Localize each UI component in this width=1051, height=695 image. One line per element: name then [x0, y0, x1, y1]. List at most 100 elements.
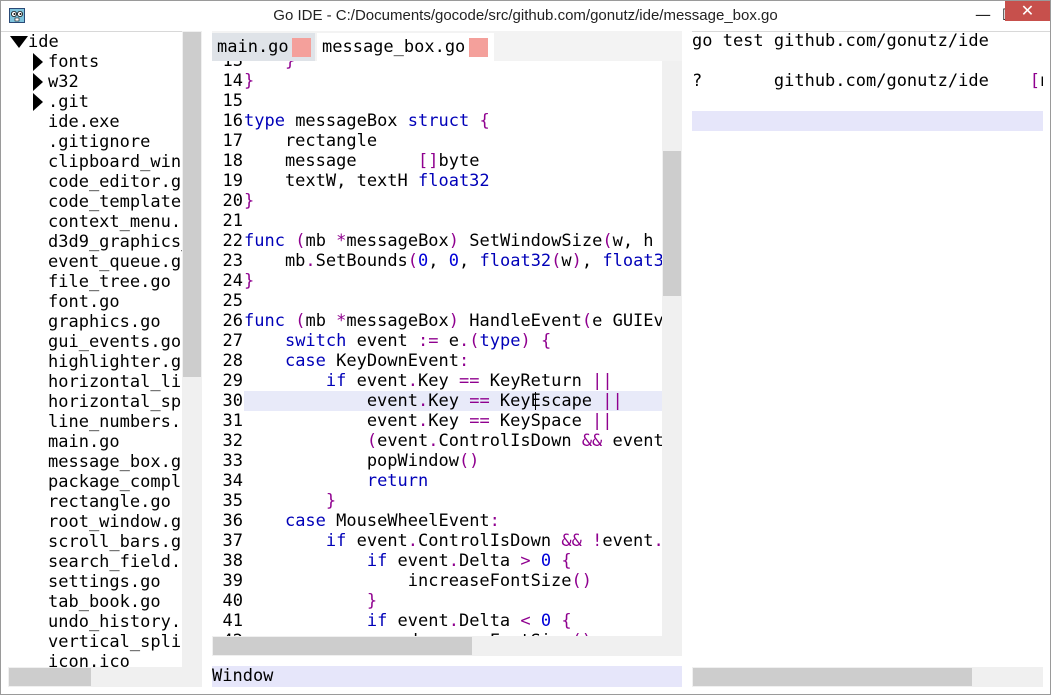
code-line[interactable]: } — [244, 491, 336, 511]
tree-file[interactable]: ide.exe — [48, 112, 120, 132]
tree-file[interactable]: highlighter.go — [48, 352, 182, 372]
code-line[interactable]: func (mb *messageBox) SetWindowSize(w, h… — [244, 231, 662, 251]
code-line[interactable]: type messageBox struct { — [244, 111, 490, 131]
tree-file[interactable]: font.go — [48, 292, 120, 312]
code-line[interactable]: event.Key == KeyEscape || — [244, 391, 623, 411]
tree-file[interactable]: vertical_split.go — [48, 632, 182, 652]
code-line[interactable]: event.Key == KeySpace || — [244, 411, 613, 431]
tree-file[interactable]: search_field.go — [48, 552, 182, 572]
code-line[interactable]: } — [244, 271, 254, 291]
code-line[interactable]: switch event := e.(type) { — [244, 331, 551, 351]
code-line[interactable]: } — [244, 71, 254, 91]
line-number: 34 — [222, 471, 243, 491]
code-line[interactable]: } — [244, 191, 254, 211]
code-line[interactable]: } — [244, 591, 377, 611]
close-button[interactable]: ✕ — [1005, 0, 1050, 21]
collapsed-arrow-icon[interactable] — [33, 53, 43, 71]
code-line[interactable]: (event.ControlIsDown && event.Key == Key… — [244, 431, 662, 451]
code-token: ( — [602, 231, 613, 251]
code-token: : — [458, 351, 470, 371]
code-token: HandleEvent — [459, 311, 582, 331]
code-token: no test files — [1040, 71, 1043, 91]
file-tree-horizontal-scroll-thumb[interactable] — [9, 668, 91, 686]
tab-close-button[interactable] — [292, 38, 311, 57]
tree-folder[interactable]: w32 — [48, 72, 79, 92]
tree-file[interactable]: code_templates.go — [48, 192, 182, 212]
tree-file[interactable]: undo_history.go — [48, 612, 182, 632]
code-line[interactable]: } — [244, 61, 295, 71]
file-tree[interactable]: ide fonts w32 .git ide.exe .gitignore clipboar… — [8, 31, 182, 667]
tree-file[interactable]: d3d9_graphics_windows.go — [48, 232, 182, 252]
tree-file[interactable]: event_queue.go — [48, 252, 182, 272]
tree-file[interactable]: tab_book.go — [48, 592, 161, 612]
code-line[interactable]: if event.Key == KeyReturn || — [244, 371, 613, 391]
file-tree-vertical-scroll-thumb[interactable] — [183, 32, 201, 377]
editor-vertical-scrollbar[interactable] — [662, 61, 682, 636]
output-panel[interactable]: go test github.com/gonutz/ide ? github.co… — [692, 31, 1043, 667]
output-line[interactable]: ? github.com/gonutz/ide [no test files] — [692, 71, 1043, 91]
tab-close-button[interactable] — [469, 38, 488, 57]
code-line[interactable]: popWindow() — [244, 451, 480, 471]
tree-folder[interactable]: fonts — [48, 52, 99, 72]
vertical-splitter-left[interactable] — [202, 31, 212, 687]
tree-file[interactable]: settings.go — [48, 572, 161, 592]
status-field[interactable]: Window — [212, 666, 682, 687]
line-number: 21 — [222, 211, 243, 231]
tree-file[interactable]: horizontal_split.go — [48, 392, 182, 412]
tree-file[interactable]: rectangle.go — [48, 492, 171, 512]
code-token: . — [418, 411, 429, 431]
editor-vertical-scroll-thumb[interactable] — [663, 151, 681, 296]
tree-file[interactable]: code_editor.go — [48, 172, 182, 192]
line-number: 28 — [222, 351, 243, 371]
code-line[interactable]: mb.SetBounds(0, 0, float32(w), float32(h… — [244, 251, 662, 271]
tab-main-go[interactable]: main.go — [212, 33, 315, 61]
code-line[interactable]: increaseFontSize() — [244, 571, 592, 591]
tree-file[interactable]: graphics.go — [48, 312, 161, 332]
vertical-splitter-right[interactable] — [682, 31, 692, 687]
code-line[interactable]: if event.Delta < 0 { — [244, 611, 572, 631]
output-line[interactable]: go test github.com/gonutz/ide — [692, 31, 989, 51]
code-line[interactable]: return — [244, 471, 428, 491]
minimize-button[interactable]: — — [970, 1, 996, 29]
tree-file[interactable]: message_box.go — [48, 452, 182, 472]
code-editor[interactable]: }} type messageBox struct { rectangle mes… — [244, 61, 662, 636]
collapsed-arrow-icon[interactable] — [33, 73, 43, 91]
tree-file[interactable]: gui_events.go — [48, 332, 181, 352]
tree-file[interactable]: context_menu.go — [48, 212, 182, 232]
code-line[interactable]: if event.Delta > 0 { — [244, 551, 572, 571]
tree-file[interactable]: icon.ico — [48, 652, 130, 667]
code-line[interactable]: case MouseWheelEvent: — [244, 511, 500, 531]
tree-file[interactable]: scroll_bars.go — [48, 532, 182, 552]
code-line[interactable]: message []byte — [244, 151, 480, 171]
tree-file[interactable]: .gitignore — [48, 132, 150, 152]
code-line[interactable]: textW, textH float32 — [244, 171, 490, 191]
code-token: rectangle — [244, 131, 378, 151]
line-number: 15 — [222, 91, 243, 111]
tab-message-box-go[interactable]: message_box.go — [317, 33, 494, 61]
tree-file[interactable]: root_window.go — [48, 512, 182, 532]
code-token: ) — [448, 311, 460, 331]
scrollbar-corner — [662, 636, 682, 656]
tree-file[interactable]: line_numbers.go — [48, 412, 182, 432]
tree-file[interactable]: horizontal_line.go — [48, 372, 182, 392]
tree-file[interactable]: main.go — [48, 432, 120, 452]
tree-file[interactable]: package_completion.go — [48, 472, 182, 492]
code-line[interactable]: case KeyDownEvent: — [244, 351, 469, 371]
tree-file[interactable]: file_tree.go — [48, 272, 171, 292]
collapsed-arrow-icon[interactable] — [33, 93, 43, 111]
output-horizontal-scroll-thumb[interactable] — [693, 668, 972, 686]
code-line[interactable]: rectangle — [244, 131, 377, 151]
code-line[interactable]: if event.ControlIsDown && !event.ShiftIs… — [244, 531, 662, 551]
code-token: . — [448, 611, 459, 631]
tree-file[interactable]: clipboard_windows.go — [48, 152, 182, 172]
tree-root-folder[interactable]: ide — [28, 32, 59, 52]
tree-folder[interactable]: .git — [48, 92, 89, 112]
expanded-arrow-icon[interactable] — [10, 36, 28, 48]
code-line[interactable]: func (mb *messageBox) HandleEvent(e GUIE… — [244, 311, 662, 331]
editor-horizontal-scroll-thumb[interactable] — [213, 637, 472, 655]
